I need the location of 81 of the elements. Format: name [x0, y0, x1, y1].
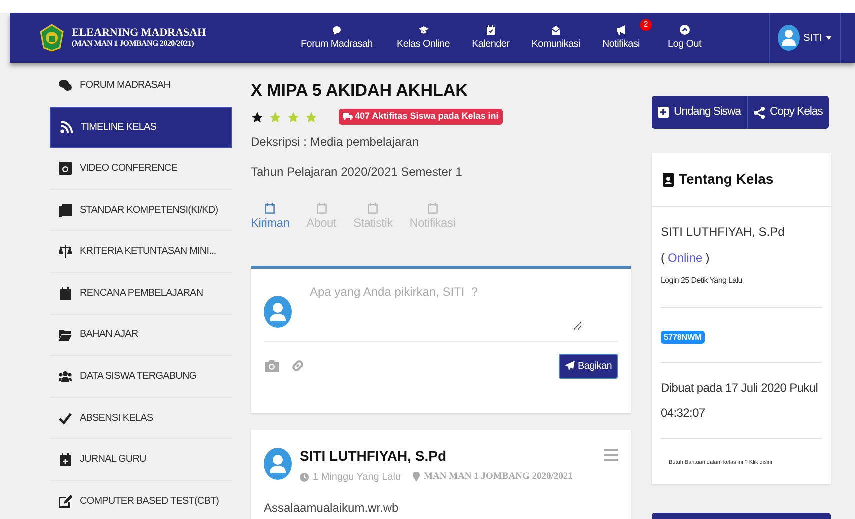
post-time: 1 Minggu Yang Lalu — [313, 470, 402, 485]
teacher-name: SITI LUTHFIYAH, S.Pd — [661, 224, 786, 241]
online-status: Online — [668, 251, 703, 265]
send-icon — [564, 361, 575, 372]
sidebar-item[interactable]: ABSENSI KELAS — [50, 398, 232, 440]
scale-icon — [59, 245, 72, 258]
envelope-icon — [551, 24, 562, 34]
share-button[interactable]: Bagikan — [558, 354, 618, 379]
plus-square-icon — [658, 107, 669, 118]
sidebar-item[interactable]: COMPUTER BASED TEST(CBT) — [50, 480, 232, 519]
graduation-cap-icon — [418, 24, 428, 34]
menu-icon[interactable] — [604, 448, 618, 462]
sidebar-item[interactable]: TIMELINE KELAS — [50, 106, 232, 148]
truck-icon — [343, 112, 353, 120]
post-author: SITI LUTHFIYAH, S.Pd — [300, 446, 448, 466]
book-icon — [59, 204, 72, 217]
sidebar-item[interactable]: FORUM MADRASAH — [50, 65, 232, 107]
calendar-icon — [316, 202, 327, 214]
star-icon — [287, 110, 300, 124]
chat-bubbles-icon — [332, 24, 342, 34]
contact-card-icon — [663, 172, 674, 186]
nav-link[interactable]: Komunikasi — [526, 24, 586, 52]
star-icon — [305, 110, 318, 124]
location-pin-icon — [413, 472, 420, 482]
sidebar-item[interactable]: RENCANA PEMBELAJARAN — [50, 272, 232, 315]
brand-subtitle: (MAN MAN 1 JOMBANG 2020/2021) — [72, 39, 195, 49]
logo-icon — [40, 24, 64, 52]
check-icon — [59, 412, 72, 425]
created-text: Dibuat pada 17 Juli 2020 Pukul 04:32:07 — [661, 380, 820, 422]
calendar-icon — [428, 202, 438, 214]
nav-link[interactable]: Log Out — [662, 24, 708, 52]
clock-icon — [300, 472, 309, 482]
brand-title: ELEARNING MADRASAH — [72, 27, 206, 40]
edit-icon — [59, 494, 72, 508]
nav-link[interactable]: Forum Madrasah — [295, 24, 379, 52]
post-text: Assalaamualaikum.wr.wb — [264, 500, 400, 517]
nav-link[interactable]: Notifikasi — [596, 24, 640, 52]
paren-text: ( — [661, 251, 665, 265]
invite-button[interactable]: Undang Siswa — [652, 96, 747, 129]
star-icon — [251, 110, 264, 124]
folder-icon — [59, 328, 72, 342]
user-avatar-icon[interactable] — [778, 25, 800, 51]
post-location: MAN MAN 1 JOMBANG 2020/2021 — [424, 471, 573, 484]
chat-bubbles-icon — [59, 78, 72, 92]
sidebar-item[interactable]: VIDEO CONFERENCE — [50, 148, 232, 190]
class-title: X MIPA 5 AKIDAH AKHLAK — [251, 81, 469, 102]
avatar-icon — [264, 448, 292, 480]
users-icon — [59, 370, 72, 383]
description-text: Deksripsi : Media pembelajaran — [251, 134, 420, 151]
sidebar-item[interactable]: STANDAR KOMPETENSI(KI/KD) — [50, 190, 232, 232]
share-icon — [754, 106, 765, 118]
rss-icon — [60, 120, 73, 134]
nav-link[interactable]: Kalender — [466, 24, 516, 52]
login-time: Login 25 Detik Yang Lalu — [661, 275, 744, 287]
activity-badge: 407 Aktifitas Siswa pada Kelas ini — [339, 109, 503, 125]
avatar-icon — [264, 296, 292, 328]
calendar-plus-icon — [59, 453, 72, 466]
sidebar-item[interactable]: DATA SISWA TERGABUNG — [50, 356, 232, 398]
megaphone-icon — [616, 24, 626, 34]
paren-text: ) — [706, 251, 710, 265]
calendar-icon — [265, 202, 276, 214]
link-icon[interactable] — [290, 358, 306, 374]
camera-icon — [59, 162, 72, 175]
arrow-up-circle-icon — [680, 24, 690, 34]
tab[interactable]: Kiriman — [251, 202, 290, 232]
nav-link[interactable]: Kelas Online — [390, 24, 456, 52]
caret-icon — [826, 36, 832, 40]
about-title: Tentang Kelas — [679, 170, 774, 189]
star-icon — [269, 110, 282, 124]
calendar-icon — [59, 286, 72, 300]
year-text: Tahun Pelajaran 2020/2021 Semester 1 — [251, 164, 464, 181]
sidebar-item[interactable]: JURNAL GURU — [50, 439, 232, 481]
user-menu[interactable]: SITI — [804, 30, 822, 46]
notification-count-badge: 2 — [640, 18, 652, 30]
calendar-icon — [486, 24, 496, 34]
class-code-badge: 5778NWM — [661, 331, 705, 344]
calendar-icon — [368, 202, 378, 214]
camera-icon[interactable] — [264, 359, 280, 374]
sidebar-item[interactable]: KRITERIA KETUNTASAN MINI... — [50, 231, 232, 273]
sidebar-item[interactable]: BAHAN AJAR — [50, 314, 232, 356]
copy-class-button[interactable]: Copy Kelas — [746, 96, 829, 129]
